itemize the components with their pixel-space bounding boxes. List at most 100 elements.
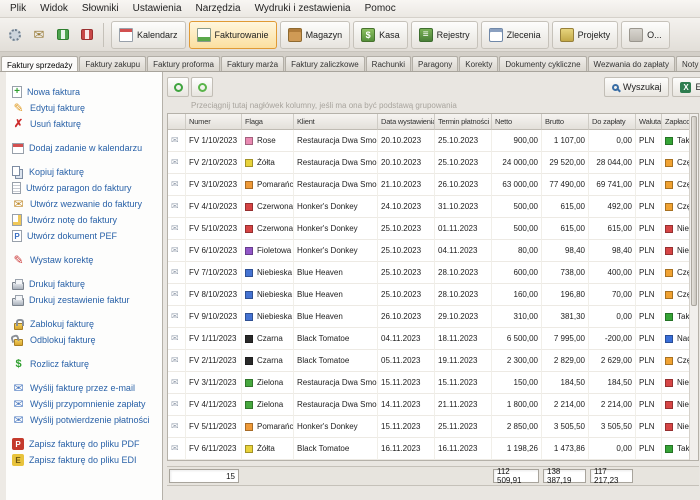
sidebar-action[interactable]: Rozlicz fakturę [8, 356, 160, 372]
export-button[interactable]: Ek [672, 77, 700, 97]
invoice-row[interactable]: FV 1/10/2023 Rose Restauracja Dwa Smoki … [168, 130, 699, 152]
invoice-grid-panel: Wyszukaj Ek Przeciągnij tutaj nagłówek k… [163, 72, 700, 500]
invoice-row[interactable]: FV 3/11/2023 Zielona Restauracja Dwa Smo… [168, 372, 699, 394]
sidebar-action[interactable]: Utwórz dokument PEF [8, 228, 160, 244]
sidebar-action[interactable]: Dodaj zadanie w kalendarzu [8, 140, 160, 156]
invoice-row[interactable]: FV 7/10/2023 Niebieska Blue Heaven 25.10… [168, 262, 699, 284]
invoice-row[interactable]: FV 2/10/2023 Żółta Restauracja Dwa Smoki… [168, 152, 699, 174]
sidebar-action[interactable]: Drukuj fakturę [8, 276, 160, 292]
document-tab[interactable]: Wezwania do zapłaty [588, 56, 675, 71]
document-tab[interactable]: Faktury sprzedaży [1, 56, 78, 72]
menu-item[interactable]: Plik [3, 1, 33, 16]
sidebar-action[interactable]: Zablokuj fakturę [8, 316, 160, 332]
module-button[interactable]: Kalendarz [111, 21, 186, 49]
module-button[interactable]: Kasa [353, 21, 408, 49]
document-tab[interactable]: Paragony [412, 56, 458, 71]
document-tab[interactable]: Faktury zakupu [79, 56, 146, 71]
sidebar-action[interactable]: Utwórz notę do faktury [8, 212, 160, 228]
invoice-row[interactable]: FV 2/11/2023 Czarna Black Tomatoe 05.11.… [168, 350, 699, 372]
cell-flaga: Rose [242, 130, 294, 152]
document-tab[interactable]: Faktury zaliczkowe [285, 56, 365, 71]
cell-waluta: PLN [636, 262, 662, 284]
document-tab[interactable]: Rachunki [366, 56, 411, 71]
sidebar-action-label: Odblokuj fakturę [30, 335, 96, 345]
column-header[interactable]: Brutto [542, 114, 589, 130]
status-label: Nie [677, 378, 689, 387]
search-button[interactable]: Wyszukaj [604, 77, 669, 97]
filter-button[interactable] [191, 77, 213, 97]
scrollbar-thumb[interactable] [691, 116, 697, 306]
cell-termin-platnosci: 28.10.2023 [435, 284, 492, 306]
menu-item[interactable]: Widok [33, 1, 75, 16]
menu-item[interactable]: Pomoc [358, 1, 403, 16]
document-tab[interactable]: Faktury marża [221, 56, 284, 71]
document-tab[interactable]: Noty odsetkowe [676, 56, 700, 71]
module-button[interactable]: O... [621, 21, 670, 49]
status-label: Nie [677, 246, 689, 255]
sidebar-action[interactable]: Utwórz wezwanie do faktury [8, 196, 160, 212]
document-tab[interactable]: Dokumenty cykliczne [499, 56, 586, 71]
column-header[interactable]: Numer [186, 114, 242, 130]
column-header[interactable]: Klient [294, 114, 378, 130]
module-button[interactable]: Fakturowanie [189, 21, 277, 49]
invoice-row[interactable]: FV 8/10/2023 Niebieska Blue Heaven 25.10… [168, 284, 699, 306]
sidebar-action[interactable]: Nowa faktura [8, 84, 160, 100]
status-label: Tak [677, 444, 689, 453]
cell-flaga: Niebieska [242, 306, 294, 328]
menu-item[interactable]: Wydruki i zestawienia [248, 1, 358, 16]
column-header[interactable]: Do zapłaty [589, 114, 636, 130]
cell-icon [168, 372, 186, 394]
module-button[interactable]: Magazyn [280, 21, 351, 49]
invoice-row[interactable]: FV 1/11/2023 Czarna Black Tomatoe 04.11.… [168, 328, 699, 350]
document-tab[interactable]: Faktury proforma [147, 56, 220, 71]
column-header[interactable]: Termin płatności [435, 114, 492, 130]
invoice-row[interactable]: FV 3/10/2023 Pomarańcz Restauracja Dwa S… [168, 174, 699, 196]
sidebar-action[interactable]: Wystaw korektę [8, 252, 160, 268]
sidebar-action[interactable]: Drukuj zestawienie faktur [8, 292, 160, 308]
module-button[interactable]: Projekty [552, 21, 619, 49]
sidebar-action[interactable]: Usuń fakturę [8, 116, 160, 132]
column-header[interactable]: Flaga [242, 114, 294, 130]
cell-klient: Honker's Donkey [294, 240, 378, 262]
invoice-row[interactable]: FV 6/11/2023 Żółta Black Tomatoe 16.11.2… [168, 438, 699, 460]
sidebar-action[interactable]: Edytuj fakturę [8, 100, 160, 116]
invoice-row[interactable]: FV 5/11/2023 Pomarańcz Honker's Donkey 1… [168, 416, 699, 438]
sidebar-action[interactable]: Wyślij fakturę przez e-mail [8, 380, 160, 396]
column-header[interactable]: Waluta [636, 114, 662, 130]
sidebar-action[interactable]: Utwórz paragon do faktury [8, 180, 160, 196]
invoice-row[interactable]: FV 6/10/2023 Fioletowa Honker's Donkey 2… [168, 240, 699, 262]
sidebar-action[interactable]: Wyślij przypomnienie zapłaty [8, 396, 160, 412]
sidebar-action[interactable]: Zapisz fakturę do pliku EDI [8, 452, 160, 468]
sidebar-action-label: Wyślij potwierdzenie płatności [30, 415, 149, 425]
column-header[interactable]: Data wystawienia [378, 114, 435, 130]
document-tab[interactable]: Korekty [459, 56, 498, 71]
module-label: O... [647, 30, 662, 40]
module-button[interactable]: Zlecenia [481, 21, 549, 49]
edit-invoice-icon [12, 102, 25, 115]
sidebar-action[interactable]: Wyślij potwierdzenie płatności [8, 412, 160, 428]
column-header[interactable] [168, 114, 186, 130]
quick-icon-button[interactable] [3, 22, 27, 48]
invoice-row[interactable]: FV 9/10/2023 Niebieska Blue Heaven 26.10… [168, 306, 699, 328]
quick-icon-button[interactable] [27, 22, 51, 48]
refresh-button[interactable] [167, 77, 189, 97]
menu-item[interactable]: Ustawienia [126, 1, 189, 16]
new-invoice-icon [12, 86, 22, 98]
menu-item[interactable]: Narzędzia [189, 1, 248, 16]
vertical-scrollbar[interactable] [689, 114, 698, 460]
column-header[interactable]: Netto [492, 114, 542, 130]
quick-icon-button[interactable] [75, 22, 99, 48]
module-button[interactable]: Rejestry [411, 21, 478, 49]
flag-label: Zielona [257, 378, 283, 387]
cell-waluta: PLN [636, 130, 662, 152]
sidebar-action[interactable]: Odblokuj fakturę [8, 332, 160, 348]
cell-netto: 2 300,00 [492, 350, 542, 372]
quick-icon-button[interactable] [51, 22, 75, 48]
invoice-row[interactable]: FV 4/10/2023 Czerwona Honker's Donkey 24… [168, 196, 699, 218]
sidebar-action[interactable]: Kopiuj fakturę [8, 164, 160, 180]
sidebar-action[interactable]: Zapisz fakturę do pliku PDF [8, 436, 160, 452]
menu-item[interactable]: Słowniki [75, 1, 126, 16]
invoice-row[interactable]: FV 4/11/2023 Zielona Restauracja Dwa Smo… [168, 394, 699, 416]
flag-label: Niebieska [257, 312, 292, 321]
invoice-row[interactable]: FV 5/10/2023 Czerwona Honker's Donkey 25… [168, 218, 699, 240]
